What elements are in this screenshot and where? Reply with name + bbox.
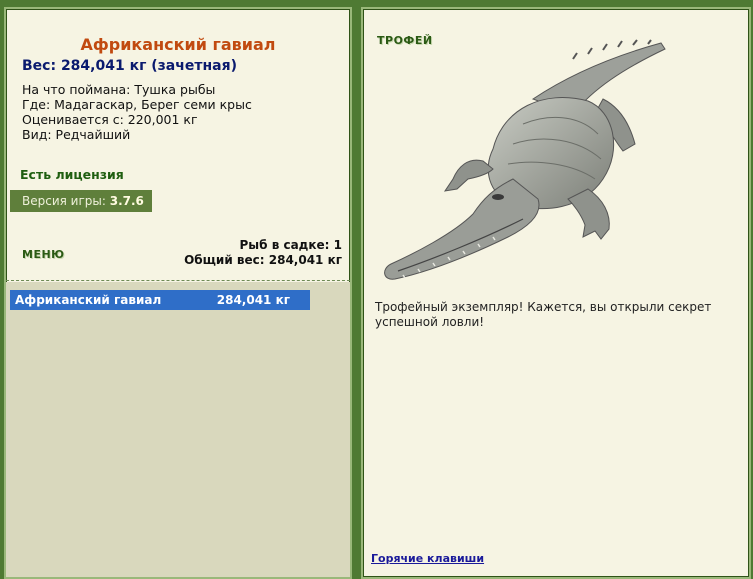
version-bar: Версия игры: 3.7.6: [10, 190, 152, 212]
fish-count: Рыб в садке: 1: [239, 238, 343, 252]
fish-bait: На что поймана: Тушка рыбы: [22, 82, 216, 97]
total-weight: Общий вес: 284,041 кг: [184, 253, 342, 267]
keepnet-fish-name: Африканский гавиал: [15, 293, 162, 307]
keepnet-fish-weight: 284,041 кг: [216, 293, 290, 307]
crocodile-gavial-image: [384, 39, 666, 280]
keepnet-stats: Рыб в садке: 1 Общий вес: 284,041 кг: [184, 238, 342, 268]
menu-button[interactable]: МЕНЮ: [22, 248, 65, 261]
keepnet-row[interactable]: Африканский гавиал 284,041 кг: [10, 290, 310, 310]
fish-value: Оценивается с: 220,001 кг: [22, 112, 198, 127]
divider: [6, 280, 350, 281]
fish-location: Где: Мадагаскар, Берег семи крыс: [22, 97, 252, 112]
fish-rarity: Вид: Редчайший: [22, 127, 131, 142]
trophy-description: Трофейный экземпляр! Кажется, вы открыли…: [375, 300, 712, 329]
fish-name: Африканский гавиал: [80, 35, 276, 54]
hotkeys-link[interactable]: Горячие клавиши: [371, 552, 484, 565]
keepnet-list: Африканский гавиал 284,041 кг: [6, 282, 350, 577]
version-label: Версия игры:: [22, 194, 106, 208]
version-value: 3.7.6: [109, 194, 144, 208]
fish-weight: Вес: 284,041 кг (зачетная): [22, 58, 237, 74]
right-panel: ТРОФЕЙ Трофейный экземпляр! Кажется, вы …: [361, 7, 751, 579]
license-status: Есть лицензия: [20, 167, 124, 182]
left-panel: Африканский гавиал Вес: 284,041 кг (заче…: [4, 7, 352, 579]
